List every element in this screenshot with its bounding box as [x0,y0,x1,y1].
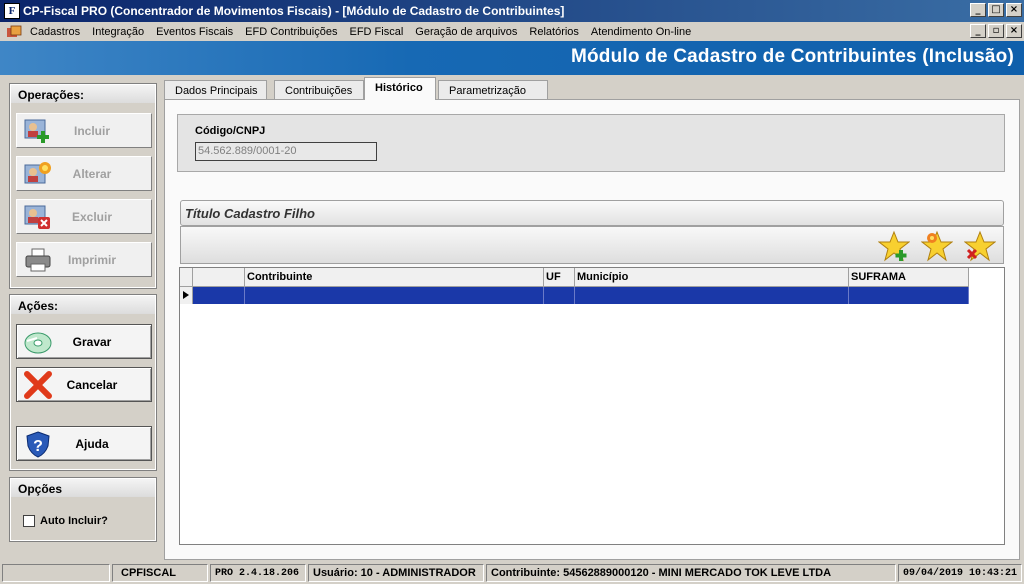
child-restore-button[interactable]: ▫ [988,24,1004,38]
status-usuario: Usuário: 10 - ADMINISTRADOR [308,564,484,582]
child-minimize-button[interactable]: _ [970,24,986,38]
operacoes-title: Operações: [11,85,155,103]
grid-cell-uf[interactable] [544,287,575,304]
help-shield-icon: ? [23,430,53,458]
codigo-panel: Código/CNPJ 54.562.889/0001-20 [177,114,1005,172]
status-contribuinte: Contribuinte: 54562889000120 - MINI MERC… [486,564,896,582]
grid-cell-blank [193,287,245,304]
acoes-panel: Ações: Gravar Cancelar ? Ajuda [9,294,157,471]
cadastro-filho-grid[interactable]: Contribuinte UF Município SUFRAMA [179,267,1005,545]
cadastro-filho-title: Título Cadastro Filho [180,200,1004,226]
column-header-uf[interactable]: UF [544,268,575,287]
star-add-icon[interactable] [877,230,911,262]
grid-cell-municipio[interactable] [575,287,849,304]
status-version: PRO 2.4.18.206 [210,564,306,582]
close-button[interactable]: × [1006,3,1022,17]
ajuda-button[interactable]: ? Ajuda [16,426,152,461]
menu-efd-fiscal[interactable]: EFD Fiscal [343,26,409,38]
historico-tab-page: Código/CNPJ 54.562.889/0001-20 Título Ca… [164,99,1020,560]
grid-indicator-header [180,268,193,287]
printer-icon [23,246,53,274]
app-icon: F [4,3,20,19]
edit-user-icon [23,160,53,188]
menu-eventos-fiscais[interactable]: Eventos Fiscais [150,26,239,38]
menu-atendimento-online[interactable]: Atendimento On-line [585,26,697,38]
minimize-button[interactable]: _ [970,3,986,17]
grid-blank-header [193,268,245,287]
menu-cadastros[interactable]: Cadastros [24,26,86,38]
cancel-x-icon [23,370,53,399]
cadastro-filho-toolbar [180,226,1004,264]
auto-incluir-option[interactable]: Auto Incluir? [23,515,108,527]
grid-cell-contribuinte[interactable] [245,287,544,304]
status-spacer [2,564,110,582]
child-close-button[interactable]: × [1006,24,1022,38]
column-header-municipio[interactable]: Município [575,268,849,287]
row-indicator-arrow-icon [180,287,193,304]
grid-cell-suframa[interactable] [849,287,969,304]
title-bar: F CP-Fiscal PRO (Concentrador de Movimen… [0,0,1024,22]
imprimir-button[interactable]: Imprimir [16,242,152,277]
tab-historico[interactable]: Histórico [364,77,436,100]
module-title: Módulo de Cadastro de Contribuintes (Inc… [570,46,1014,67]
incluir-button[interactable]: Incluir [16,113,152,148]
main-content: Dados Principais Contribuições Histórico… [164,76,1020,560]
menu-geracao-arquivos[interactable]: Geração de arquivos [409,26,523,38]
star-delete-icon[interactable] [963,230,997,262]
star-edit-icon[interactable] [920,230,954,262]
maximize-button[interactable]: □ [988,3,1004,17]
gravar-button[interactable]: Gravar [16,324,152,359]
svg-text:?: ? [33,438,43,455]
gravar-label: Gravar [72,334,112,349]
column-header-suframa[interactable]: SUFRAMA [849,268,969,287]
codigo-label: Código/CNPJ [195,125,266,137]
excluir-button[interactable]: Excluir [16,199,152,234]
menu-efd-contribuicoes[interactable]: EFD Contribuições [239,26,343,38]
module-banner: Módulo de Cadastro de Contribuintes (Inc… [0,41,1024,75]
status-datetime: 09/04/2019 10:43:21 [898,564,1022,582]
cancelar-button[interactable]: Cancelar [16,367,152,402]
save-disk-icon [23,328,53,356]
menu-relatorios[interactable]: Relatórios [523,26,585,38]
opcoes-panel: Opções Auto Incluir? [9,477,157,542]
menu-bar: Cadastros Integração Eventos Fiscais EFD… [0,22,1024,41]
acoes-title: Ações: [11,296,155,314]
menu-integracao[interactable]: Integração [86,26,150,38]
incluir-label: Incluir [73,123,110,138]
status-app: CPFISCAL [112,564,208,582]
tab-dados-principais[interactable]: Dados Principais [164,80,267,100]
alterar-button[interactable]: Alterar [16,156,152,191]
opcoes-title: Opções [11,479,155,497]
status-bar: CPFISCAL PRO 2.4.18.206 Usuário: 10 - AD… [0,562,1024,584]
excluir-label: Excluir [71,209,113,224]
codigo-cnpj-field[interactable]: 54.562.889/0001-20 [195,142,377,161]
auto-incluir-label: Auto Incluir? [40,515,108,527]
tab-parametrizacao[interactable]: Parametrização [438,80,548,100]
auto-incluir-checkbox[interactable] [23,515,35,527]
imprimir-label: Imprimir [67,252,116,267]
window-title: CP-Fiscal PRO (Concentrador de Movimento… [23,4,565,18]
delete-user-icon [23,203,53,231]
mdi-child-icon [6,25,22,39]
ajuda-label: Ajuda [75,436,109,451]
add-user-icon [23,117,53,145]
cancelar-label: Cancelar [66,377,118,392]
operacoes-panel: Operações: Incluir Alterar Excluir Impri… [9,83,157,289]
tab-contribuicoes[interactable]: Contribuições [274,80,364,100]
alterar-label: Alterar [72,166,112,181]
column-header-contribuinte[interactable]: Contribuinte [245,268,544,287]
